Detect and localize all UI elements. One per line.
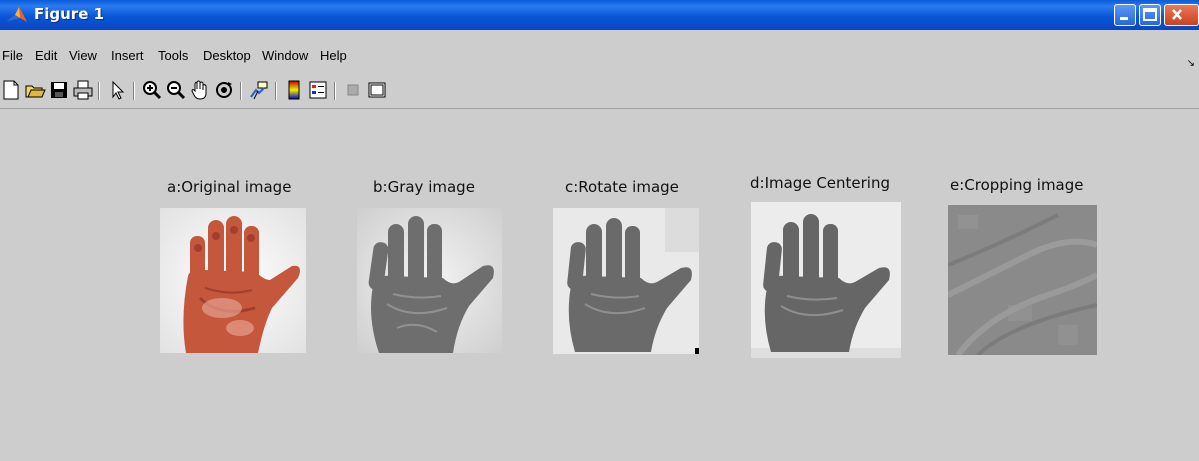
toolbar-separator [133,82,135,100]
menu-view[interactable]: View [69,48,97,63]
window-titlebar: Figure 1 [0,0,1199,30]
panel-c-title: c:Rotate image [565,178,679,196]
show-plot-tools-icon[interactable] [366,79,388,101]
rotated-hand-image [553,208,699,354]
original-hand-image [160,208,306,353]
zoom-out-icon[interactable] [165,79,187,101]
menu-bar: File Edit View Insert Tools Desktop Wind… [0,46,1199,69]
rotate-3d-icon[interactable] [213,79,235,101]
dock-arrow-icon[interactable]: ↘ [1187,58,1195,69]
menu-tools[interactable]: Tools [158,48,188,63]
close-button[interactable] [1164,4,1199,26]
window-title: Figure 1 [34,5,105,23]
menu-insert[interactable]: Insert [111,48,144,63]
toolbar-border [0,108,1199,109]
matlab-logo-icon [6,5,28,25]
hide-plot-tools-icon[interactable] [342,79,364,101]
minimize-button[interactable] [1114,4,1136,26]
panel-e-title: e:Cropping image [950,176,1084,194]
panel-b-title: b:Gray image [373,178,475,196]
menu-edit[interactable]: Edit [35,48,57,63]
open-file-icon[interactable] [24,79,46,101]
toolbar-separator [334,82,336,100]
gray-hand-image [357,208,502,353]
save-figure-icon[interactable] [48,79,70,101]
edit-plot-arrow-icon[interactable] [106,79,128,101]
figure-toolbar [0,76,1199,106]
cropped-palm-image [948,205,1097,355]
insert-colorbar-icon[interactable] [283,79,305,101]
maximize-button[interactable] [1139,4,1161,26]
menu-desktop[interactable]: Desktop [203,48,251,63]
toolbar-separator [98,82,100,100]
data-cursor-icon[interactable] [248,79,270,101]
toolbar-separator [275,82,277,100]
panel-d-title: d:Image Centering [750,174,891,192]
new-figure-icon[interactable] [0,79,22,101]
insert-legend-icon[interactable] [307,79,329,101]
zoom-in-icon[interactable] [141,79,163,101]
centered-hand-image [751,202,901,358]
menu-help[interactable]: Help [320,48,347,63]
toolbar-separator [240,82,242,100]
panel-a-title: a:Original image [167,178,292,196]
menu-file[interactable]: File [2,48,23,63]
print-figure-icon[interactable] [72,79,94,101]
pan-hand-icon[interactable] [189,79,211,101]
menu-window[interactable]: Window [262,48,308,63]
